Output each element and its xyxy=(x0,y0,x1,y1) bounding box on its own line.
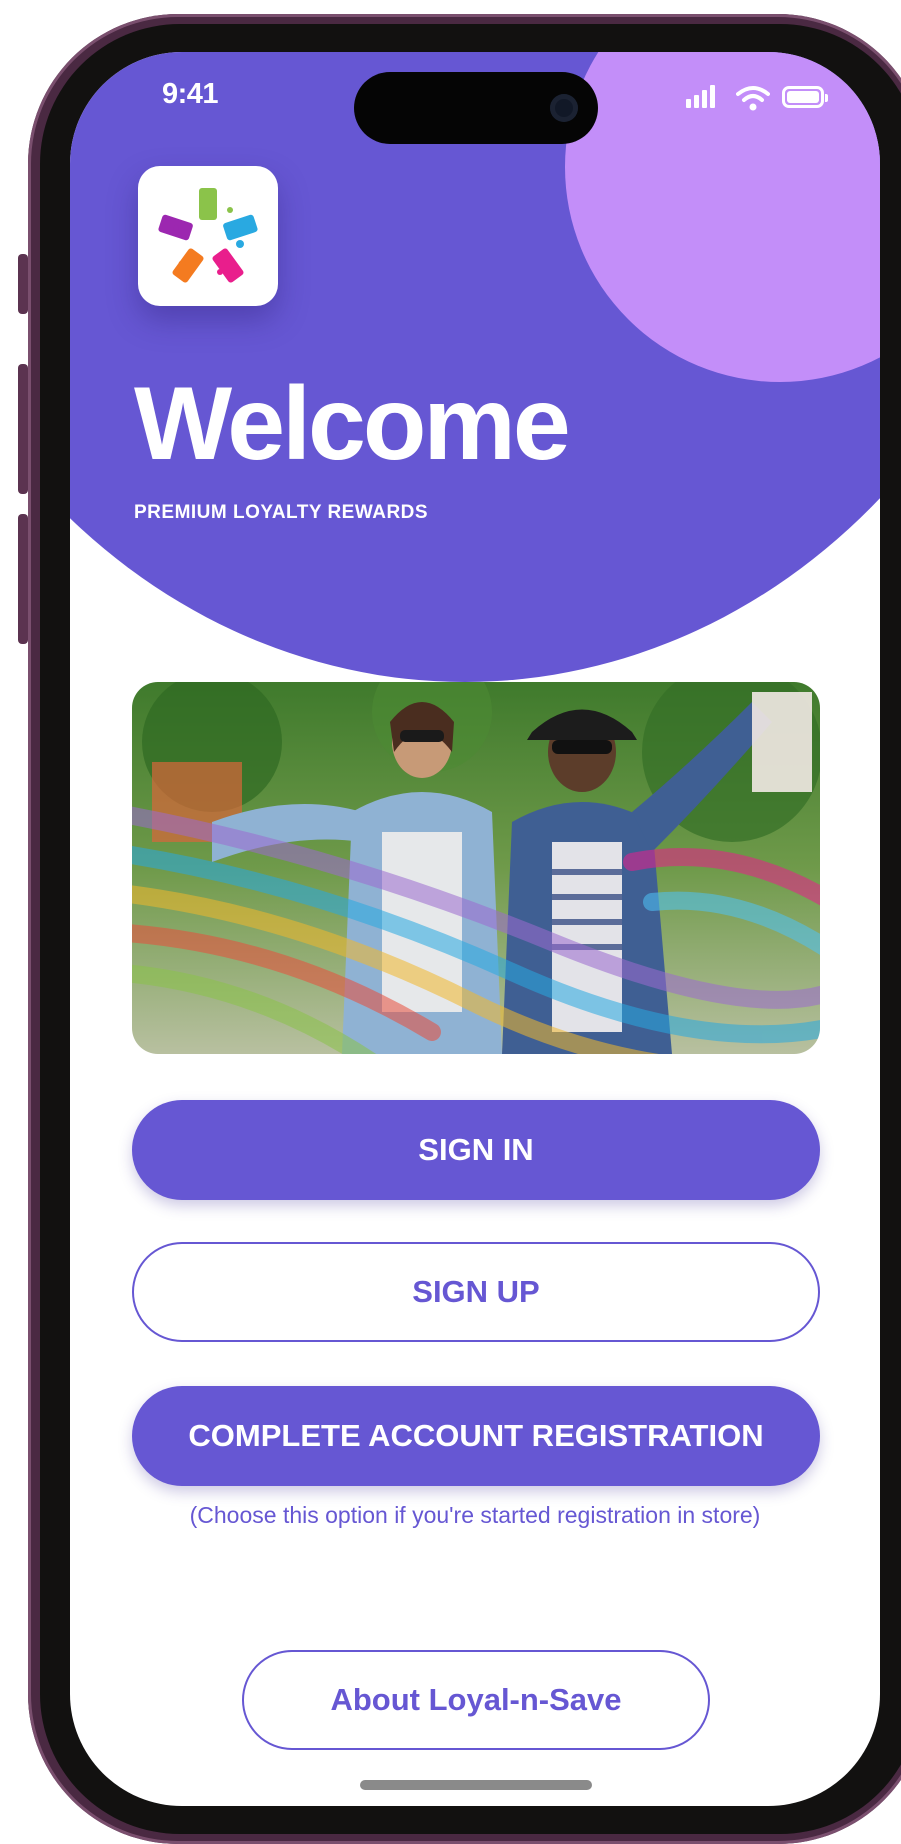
action-button xyxy=(18,254,28,314)
volume-down-button xyxy=(18,514,28,644)
about-button[interactable]: About Loyal-n-Save xyxy=(242,1650,710,1750)
app-screen: 9:41 Welcome PREMIUM LOYALTY REWARDS SIG… xyxy=(70,52,880,1806)
sign-in-label: SIGN IN xyxy=(418,1132,534,1167)
sign-up-label: SIGN UP xyxy=(412,1274,540,1309)
hero-image xyxy=(132,682,820,1054)
complete-registration-label: COMPLETE ACCOUNT REGISTRATION xyxy=(188,1418,764,1453)
tagline: PREMIUM LOYALTY REWARDS xyxy=(134,502,429,523)
volume-up-button xyxy=(18,364,28,494)
sign-in-button[interactable]: SIGN IN xyxy=(132,1100,820,1200)
page-title: Welcome xyxy=(134,366,571,482)
wifi-icon xyxy=(736,86,770,111)
sign-up-button[interactable]: SIGN UP xyxy=(132,1242,820,1342)
app-logo xyxy=(138,166,278,306)
shopping-friends-photo xyxy=(132,682,820,1054)
battery-icon xyxy=(782,86,828,108)
front-camera-icon xyxy=(550,94,578,122)
status-time: 9:41 xyxy=(162,78,219,110)
complete-registration-hint: (Choose this option if you're started re… xyxy=(189,1502,761,1528)
dynamic-island xyxy=(354,72,598,144)
complete-registration-button[interactable]: COMPLETE ACCOUNT REGISTRATION xyxy=(132,1386,820,1486)
home-indicator[interactable] xyxy=(360,1780,592,1790)
about-label: About Loyal-n-Save xyxy=(330,1682,622,1717)
shopping-tags-logo-icon xyxy=(158,188,258,283)
